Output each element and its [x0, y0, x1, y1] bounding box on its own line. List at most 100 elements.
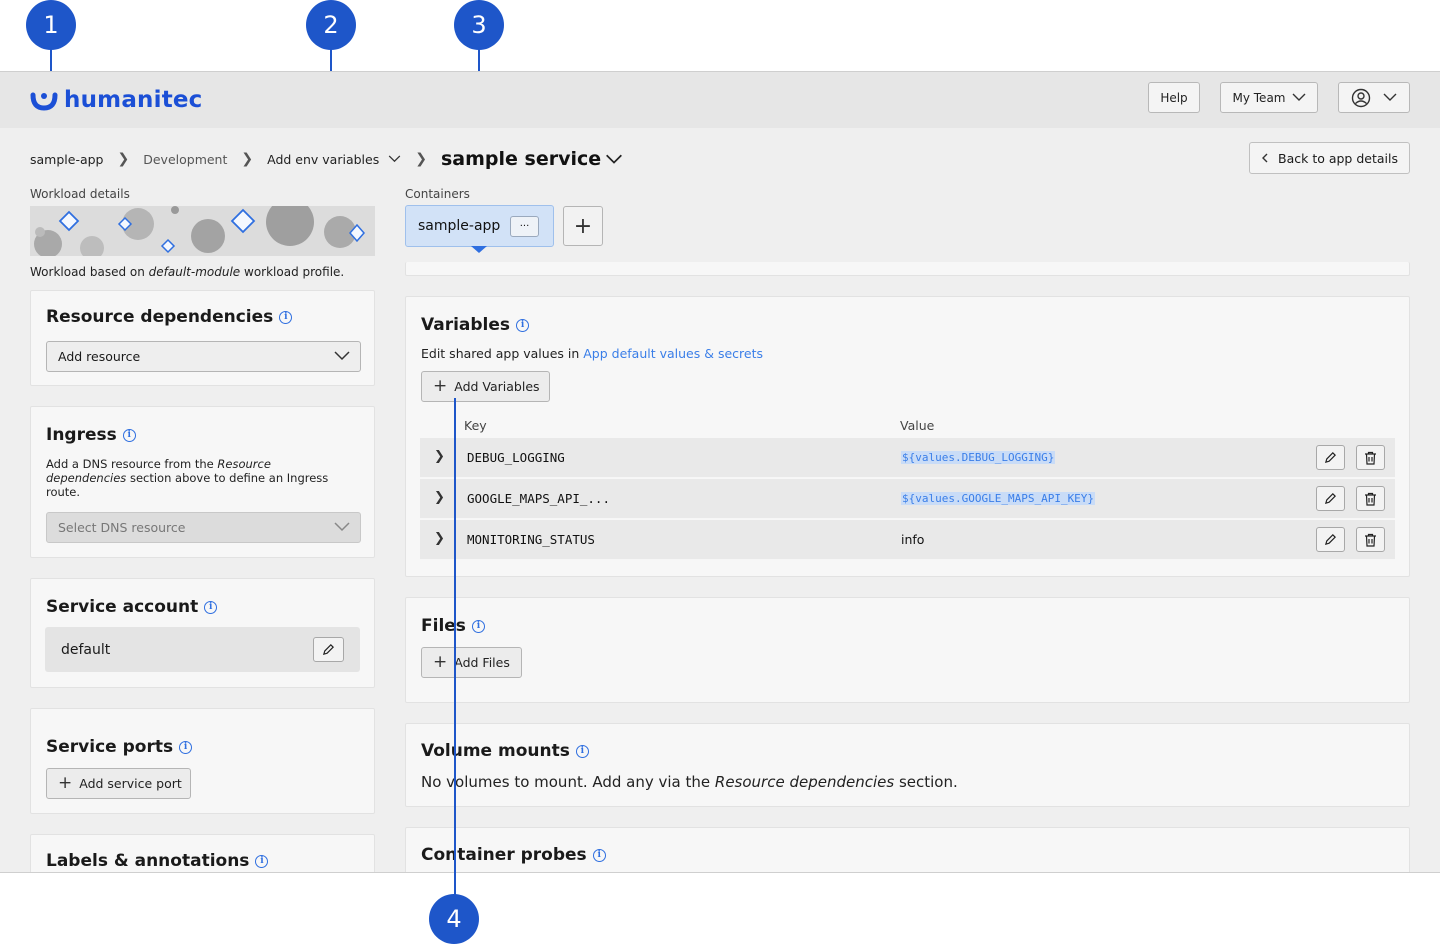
pencil-icon — [322, 644, 334, 656]
variable-key: DEBUG_LOGGING — [467, 450, 565, 465]
variables-title: Variables i — [421, 315, 530, 335]
edit-service-account-button[interactable] — [313, 637, 344, 662]
workload-details-label: Workload details — [30, 187, 130, 201]
info-icon[interactable]: i — [575, 744, 589, 758]
breadcrumb-deployment[interactable]: Add env variables — [267, 152, 379, 167]
variable-value: ${values.DEBUG_LOGGING} — [901, 451, 1056, 464]
add-service-port-button[interactable]: + Add service port — [46, 768, 191, 799]
labels-annotations-title: Labels & annotations i — [46, 851, 269, 871]
breadcrumb-workload[interactable]: sample service — [441, 148, 601, 170]
volume-mounts-title: Volume mounts i — [421, 741, 589, 761]
table-row[interactable]: ❯ MONITORING_STATUS info — [420, 520, 1395, 560]
logo[interactable]: humanitec — [30, 86, 203, 114]
trash-icon — [1365, 533, 1376, 547]
column-header-key: Key — [464, 418, 487, 433]
container-more-button[interactable]: ··· — [510, 216, 539, 237]
add-resource-select[interactable]: Add resource — [46, 341, 361, 372]
chevron-down-icon[interactable] — [605, 154, 623, 165]
add-files-button[interactable]: + Add Files — [421, 647, 522, 678]
workload-profile-name: default-module — [148, 265, 241, 279]
active-tab-caret-icon — [471, 246, 487, 253]
workload-banner-image — [30, 206, 375, 256]
info-icon[interactable]: i — [516, 318, 530, 332]
help-button[interactable]: Help — [1148, 82, 1200, 113]
dns-resource-placeholder: Select DNS resource — [58, 520, 186, 535]
annotation-marker-4: 4 — [429, 894, 479, 944]
edit-variable-button[interactable] — [1316, 486, 1345, 511]
annotation-marker-3: 3 — [454, 0, 504, 50]
edit-variable-button[interactable] — [1316, 445, 1345, 470]
trash-icon — [1365, 451, 1376, 465]
variable-value: ${values.GOOGLE_MAPS_API_KEY} — [901, 492, 1096, 505]
ingress-title: Ingress i — [46, 425, 136, 445]
info-icon[interactable]: i — [179, 740, 193, 754]
labels-annotations-card: Labels & annotations i — [30, 834, 375, 872]
delete-variable-button[interactable] — [1356, 527, 1385, 552]
logo-icon — [30, 92, 58, 111]
chevron-right-icon: ❯ — [415, 151, 427, 167]
info-icon[interactable]: i — [592, 848, 606, 862]
app-default-values-link[interactable]: App default values & secrets — [583, 346, 763, 361]
edit-variable-button[interactable] — [1316, 527, 1345, 552]
files-title: Files i — [421, 616, 485, 636]
resource-dependencies-title-text: Resource dependencies — [46, 307, 274, 327]
container-tab-sample-app[interactable]: sample-app ··· — [405, 205, 554, 247]
workload-profile-suffix: workload profile. — [240, 265, 345, 279]
breadcrumb-app[interactable]: sample-app — [30, 152, 104, 167]
back-to-app-details-button[interactable]: Back to app details — [1249, 142, 1410, 174]
info-icon[interactable]: i — [122, 428, 136, 442]
service-account-title-text: Service account — [46, 597, 199, 617]
delete-variable-button[interactable] — [1356, 445, 1385, 470]
table-row[interactable]: ❯ GOOGLE_MAPS_API_... ${values.GOOGLE_MA… — [420, 479, 1395, 519]
annotation-marker-2: 2 — [306, 0, 356, 50]
plus-icon: + — [433, 376, 448, 396]
service-account-title: Service account i — [46, 597, 218, 617]
variable-value: info — [901, 532, 925, 547]
add-variables-button[interactable]: + Add Variables — [421, 371, 550, 402]
dns-resource-select[interactable]: Select DNS resource — [46, 512, 361, 543]
variable-key: GOOGLE_MAPS_API_... — [467, 491, 610, 506]
chevron-right-icon: ❯ — [117, 151, 130, 167]
files-title-text: Files — [421, 616, 466, 636]
column-header-value: Value — [900, 418, 935, 433]
back-button-label: Back to app details — [1278, 150, 1398, 166]
pencil-icon — [1324, 534, 1336, 546]
logo-text: humanitec — [64, 87, 203, 113]
ingress-description: Add a DNS resource from the Resource dep… — [46, 457, 351, 499]
plus-icon: + — [58, 773, 73, 793]
variable-key: MONITORING_STATUS — [467, 532, 595, 547]
chevron-down-icon[interactable] — [388, 155, 401, 163]
volume-mounts-card: Volume mounts i No volumes to mount. Add… — [405, 723, 1410, 807]
labels-annotations-title-text: Labels & annotations — [46, 851, 250, 871]
delete-variable-button[interactable] — [1356, 486, 1385, 511]
team-selector[interactable]: My Team — [1220, 82, 1318, 113]
user-menu-button[interactable] — [1338, 82, 1410, 113]
add-service-port-label: Add service port — [79, 776, 182, 791]
info-icon[interactable]: i — [255, 854, 269, 868]
chevron-down-icon — [334, 351, 350, 361]
info-icon[interactable]: i — [204, 600, 218, 614]
breadcrumb: sample-app ❯ Development ❯ Add env varia… — [30, 144, 623, 174]
chevron-right-icon[interactable]: ❯ — [434, 449, 445, 464]
chevron-right-icon: ❯ — [241, 151, 254, 167]
table-row[interactable]: ❯ DEBUG_LOGGING ${values.DEBUG_LOGGING} — [420, 438, 1395, 478]
info-icon[interactable]: i — [279, 310, 293, 324]
breadcrumb-env[interactable]: Development — [143, 152, 227, 167]
chevron-right-icon[interactable]: ❯ — [434, 531, 445, 546]
container-tab-label: sample-app — [418, 218, 501, 234]
pencil-icon — [1324, 452, 1336, 464]
plus-icon: + — [433, 652, 448, 672]
add-variables-label: Add Variables — [454, 379, 540, 394]
volume-mounts-text: No volumes to mount. Add any via the Res… — [421, 773, 958, 791]
chevron-right-icon[interactable]: ❯ — [434, 490, 445, 505]
team-selector-label: My Team — [1232, 90, 1286, 105]
info-icon[interactable]: i — [471, 619, 485, 633]
volume-mounts-text-emphasis: Resource dependencies — [714, 773, 895, 791]
add-container-button[interactable]: + — [563, 206, 603, 246]
volume-mounts-text-part2: section. — [894, 773, 958, 791]
resource-dependencies-card: Resource dependencies i Add resource — [30, 290, 375, 386]
container-probes-title-text: Container probes — [421, 845, 587, 865]
workload-profile-prefix: Workload based on — [30, 265, 149, 279]
annotation-marker-1: 1 — [26, 0, 76, 50]
trash-icon — [1365, 492, 1376, 506]
